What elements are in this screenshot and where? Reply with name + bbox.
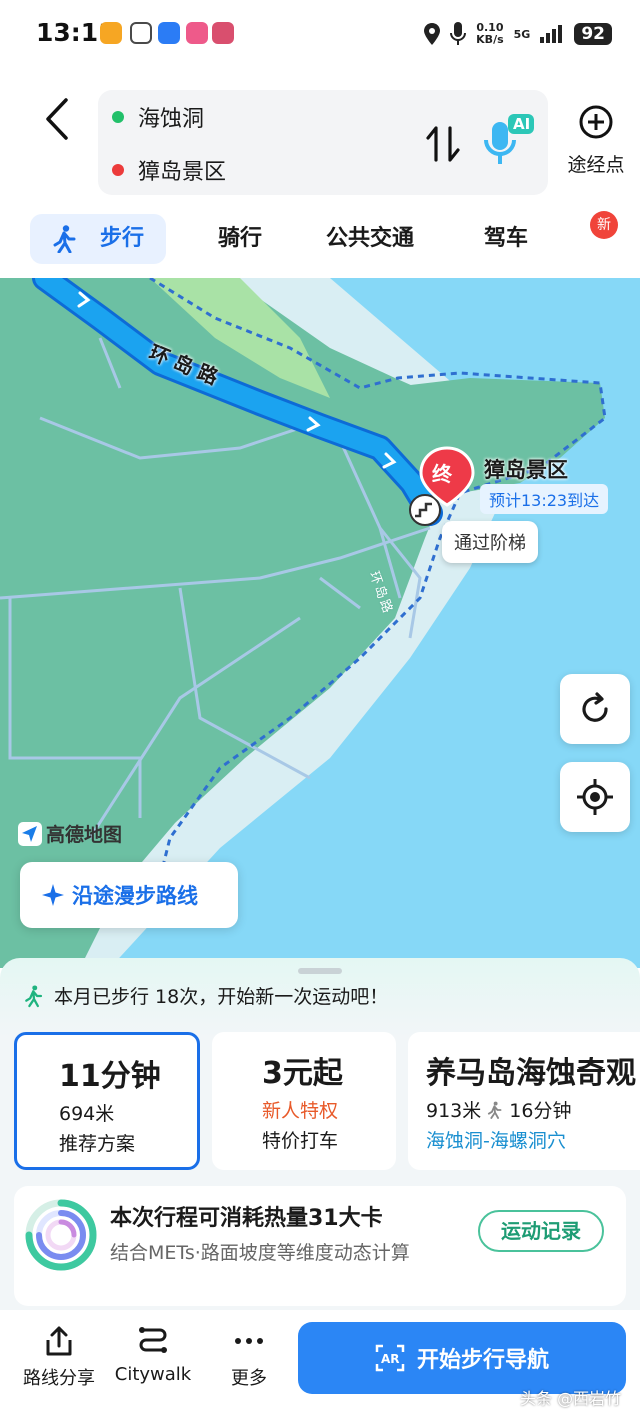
taxi-promo: 新人特权 [262,1100,339,1122]
signal-icon [540,25,563,43]
travel-mode-tabs: 步行 骑行 公共交通 驾车 [0,208,640,451]
map-view[interactable]: 终 獐岛景区 预计13:23到达 通过阶梯 环岛路 环岛路 高德地图 沿途漫步路… [0,278,640,968]
share-route-button[interactable]: 路线分享 [14,1324,104,1390]
destination-map-label: 獐岛景区 [484,458,568,482]
swap-icon [426,126,460,162]
start-walk-navigation-button[interactable]: AR 开始步行导航 [298,1322,626,1394]
refresh-icon [582,692,608,722]
notification-app-icon [158,22,180,44]
crosshair-icon [577,779,613,815]
walk-icon [53,225,76,253]
battery-indicator: 92 [574,23,612,45]
walk-stat-banner: 本月已步行 18次，开始新一次运动吧！ [24,982,388,1009]
sheet-handle[interactable] [298,968,342,974]
microphone-icon [450,22,467,45]
more-dots-icon [235,1338,263,1344]
route-input-box: 海蚀洞 獐岛景区 AI [98,90,548,195]
stroll-route-label: 沿途漫步路线 [72,884,198,908]
locate-button[interactable] [560,762,630,832]
svg-text:AR: AR [381,1352,400,1366]
map-logo: 高德地图 [18,820,122,847]
citywalk-label: Citywalk [114,1364,192,1385]
tab-transit[interactable]: 公共交通 [326,214,414,264]
swap-button[interactable] [424,124,462,164]
route-option-recommended[interactable]: 11分钟 694米 推荐方案 [14,1032,200,1170]
status-bar: 13:11 0.10 KB/s 5G 92 [0,0,640,70]
share-icon [46,1326,72,1356]
more-label: 更多 [231,1368,267,1389]
route-duration: 11分钟 [59,1059,161,1094]
wechat-icon [130,22,152,44]
new-badge: 新 [590,211,618,239]
citywalk-button[interactable]: Citywalk [108,1324,198,1385]
boss-app-icon [212,22,234,44]
start-walk-navigation-label: 开始步行导航 [416,1348,549,1373]
stroll-route-button[interactable]: 沿途漫步路线 [20,862,238,928]
walk-stat-text: 本月已步行 18次，开始新一次运动吧！ [54,986,389,1008]
status-right: 0.10 KB/s 5G 92 [424,18,612,50]
origin-field[interactable]: 海蚀洞 [112,97,412,137]
net-speed-unit: KB/s [476,33,504,46]
calorie-ring-icon [25,1199,97,1271]
refresh-button[interactable] [560,674,630,744]
ai-label: AI [513,115,531,133]
exercise-record-button[interactable]: 运动记录 [478,1210,604,1252]
more-button[interactable]: 更多 [204,1324,294,1390]
map-logo-text: 高德地图 [46,824,123,846]
calorie-title: 本次行程可消耗热量31大卡 [110,1206,383,1231]
stairs-tip[interactable]: 通过阶梯 [442,521,538,563]
scenic-route-meta: 913米 16分钟 [426,1096,571,1123]
origin-text: 海蚀洞 [138,107,205,132]
eta-chip: 预计13:23到达 [480,484,609,514]
destination-text: 獐岛景区 [138,160,227,185]
ar-icon: AR [375,1344,405,1372]
route-sheet: 本月已步行 18次，开始新一次运动吧！ 11分钟 694米 推荐方案 3元起 新… [0,958,640,1318]
scenic-route-card[interactable]: 养马岛海蚀奇观 913米 16分钟 海蚀洞-海螺洞穴 [408,1032,640,1170]
tab-walk[interactable]: 步行 [30,214,166,264]
tab-drive[interactable]: 驾车 [484,214,528,264]
amap-logo-icon [18,821,42,846]
taxi-option-card[interactable]: 3元起 新人特权 特价打车 [212,1032,396,1170]
ai-voice-button[interactable]: AI [480,112,536,168]
share-route-label: 路线分享 [23,1368,95,1389]
walk-icon [488,1101,502,1119]
scenic-route-time: 16分钟 [509,1100,572,1122]
chevron-left-icon [46,98,68,140]
origin-dot [112,111,124,123]
net-speed: 0.10 KB/s [476,22,503,46]
calorie-subtitle: 结合METs·路面坡度等维度动态计算 [110,1242,410,1264]
network-type: 5G [513,27,531,41]
waypoint-label: 途经点 [567,154,625,176]
back-button[interactable] [40,96,80,142]
scenic-route-title: 养马岛海蚀奇观 [426,1056,636,1091]
sparkle-icon [42,884,64,906]
walk-icon [25,984,43,1007]
notification-app-icon [100,22,122,44]
tab-bike[interactable]: 骑行 [218,214,262,264]
calorie-card: 本次行程可消耗热量31大卡 结合METs·路面坡度等维度动态计算 运动记录 [14,1186,626,1306]
route-distance: 694米 [59,1103,115,1125]
watermark: 头条 @西岩竹 [520,1389,622,1408]
destination-field[interactable]: 獐岛景区 [112,150,412,190]
plus-circle-icon [579,105,613,139]
scenic-route-distance: 913米 [426,1100,482,1122]
route-tag: 推荐方案 [59,1133,136,1155]
location-icon [424,23,441,45]
notification-app-icon [186,22,208,44]
add-waypoint-button[interactable]: 途经点 [556,104,636,184]
destination-marker-label: 终 [432,462,452,486]
scenic-route-path: 海蚀洞-海螺洞穴 [426,1130,566,1152]
taxi-price: 3元起 [262,1056,343,1091]
taxi-label: 特价打车 [262,1130,339,1152]
tab-walk-label: 步行 [100,226,145,251]
citywalk-icon [139,1327,167,1353]
destination-dot [112,164,124,176]
